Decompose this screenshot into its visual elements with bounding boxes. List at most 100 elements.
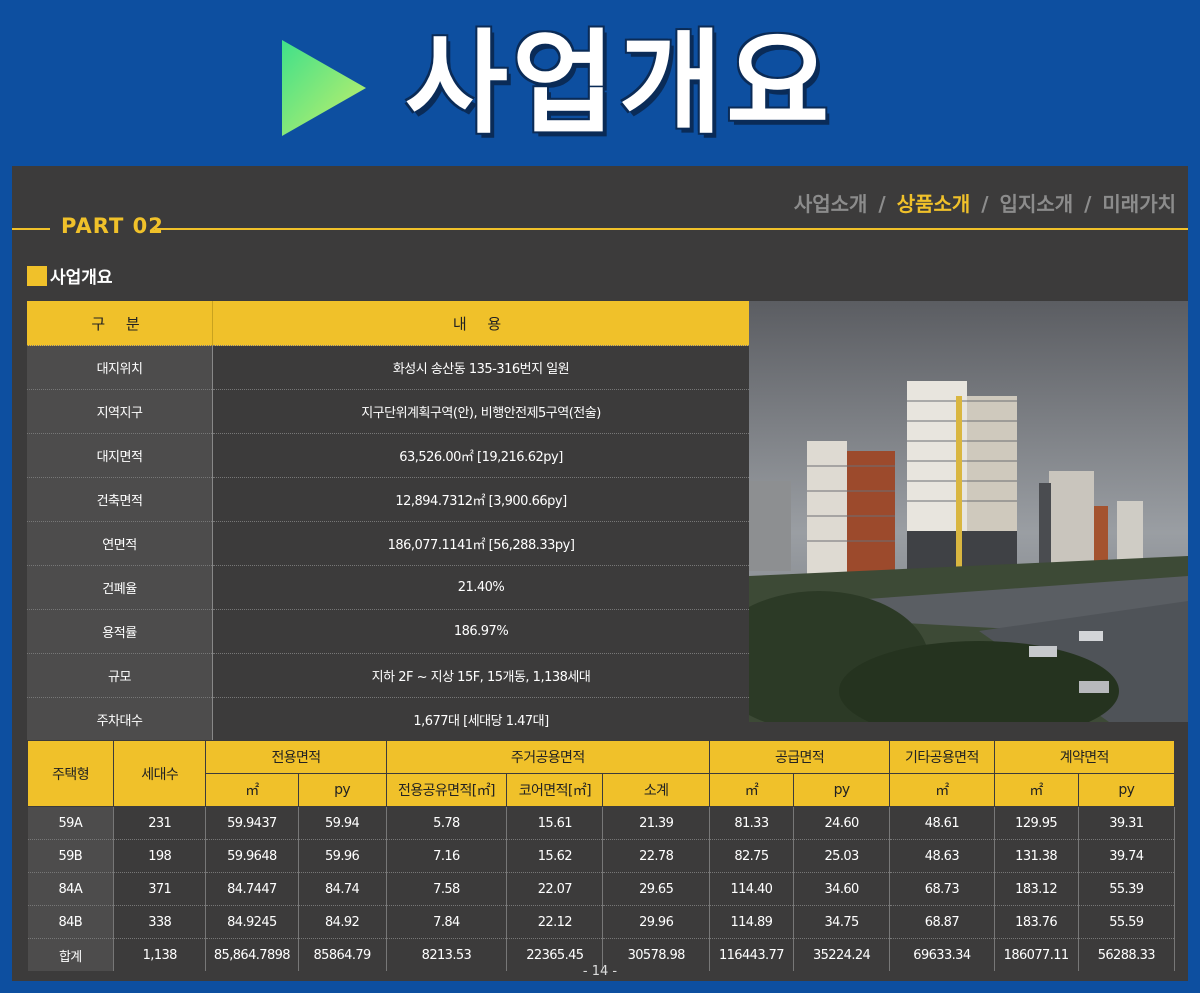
unit-value-cell: 183.76 <box>994 905 1079 939</box>
overview-key: 대지위치 <box>27 345 213 390</box>
unit-header-households: 세대수 <box>113 740 207 807</box>
nav-item-product-intro[interactable]: 상품소개 <box>897 192 971 216</box>
table-row: 규모 지하 2F ~ 지상 15F, 15개동, 1,138세대 <box>27 653 749 698</box>
overview-key: 대지면적 <box>27 433 213 478</box>
overview-key: 용적률 <box>27 609 213 654</box>
unit-header-supply-area: 공급면적 <box>708 740 891 774</box>
unit-value-cell: 129.95 <box>994 806 1079 840</box>
overview-header-content: 내 용 <box>212 301 749 346</box>
table-row: 84A 371 84.7447 84.74 7.58 22.07 29.65 114.40 34… <box>27 872 1176 906</box>
apartment-rendering-image <box>749 301 1188 722</box>
overview-value: 지하 2F ~ 지상 15F, 15개동, 1,138세대 <box>212 653 749 698</box>
unit-value-cell: 231 <box>113 806 207 840</box>
unit-value-cell: 22.07 <box>506 872 604 906</box>
unit-value-cell: 59.96 <box>298 839 387 873</box>
divider-line <box>155 228 1188 230</box>
table-row: 대지면적 63,526.00㎡ [19,216.62py] <box>27 433 749 478</box>
bullet-square-icon <box>27 265 47 286</box>
nav-separator: / <box>1077 192 1099 216</box>
unit-header-type: 주택형 <box>26 740 115 807</box>
overview-key: 규모 <box>27 653 213 698</box>
overview-value: 화성시 송산동 135-316번지 일원 <box>212 345 749 390</box>
unit-area-table: 주택형 세대수 전용면적 주거공용면적 공급면적 기타공용면적 계약면적 ㎡ p… <box>26 740 1176 971</box>
table-row: 59B 198 59.9648 59.96 7.16 15.62 22.78 82.75 25.… <box>27 839 1176 873</box>
unit-type-cell: 84A <box>27 872 115 906</box>
table-row: 건축면적 12,894.7312㎡ [3,900.66py] <box>27 477 749 522</box>
section-nav: 사업소개 / 상품소개 / 입지소개 / 미래가치 <box>794 188 1176 217</box>
unit-value-cell: 39.74 <box>1078 839 1176 873</box>
unit-subheader: py <box>1077 773 1176 807</box>
unit-header-contract-area: 계약면적 <box>993 740 1176 774</box>
unit-value-cell: 48.63 <box>889 839 995 873</box>
part-label: PART 02 <box>61 214 164 238</box>
banner-title: 사업개요 <box>405 19 834 149</box>
unit-value-cell: 15.62 <box>506 839 604 873</box>
unit-value-cell: 371 <box>113 872 207 906</box>
title-banner: 사업개요 <box>0 0 1200 165</box>
table-row: 84B 338 84.9245 84.92 7.84 22.12 29.96 114.89 34… <box>27 905 1176 939</box>
overview-value: 63,526.00㎡ [19,216.62py] <box>212 433 749 478</box>
unit-subheader: ㎡ <box>993 773 1079 807</box>
overview-key: 건폐율 <box>27 565 213 610</box>
unit-table-body: 59A 231 59.9437 59.94 5.78 15.61 21.39 81.33 24.… <box>27 806 1176 971</box>
overview-key: 연면적 <box>27 521 213 566</box>
unit-value-cell: 22.78 <box>602 839 710 873</box>
unit-subheader: 코어면적[㎡] <box>506 773 604 807</box>
overview-header-row: 구 분 내 용 <box>27 301 749 346</box>
unit-value-cell: 84.74 <box>298 872 387 906</box>
overview-value: 지구단위계획구역(안), 비행안전제5구역(전술) <box>212 389 749 434</box>
unit-value-cell: 34.75 <box>793 905 891 939</box>
overview-value: 12,894.7312㎡ [3,900.66py] <box>212 477 749 522</box>
unit-value-cell: 22.12 <box>506 905 604 939</box>
unit-subheader: ㎡ <box>889 773 995 807</box>
unit-value-cell: 183.12 <box>994 872 1079 906</box>
section-heading: 사업개요 <box>27 263 113 288</box>
unit-value-cell: 68.87 <box>889 905 995 939</box>
unit-value-cell: 39.31 <box>1078 806 1176 840</box>
table-row: 59A 231 59.9437 59.94 5.78 15.61 21.39 81.33 24.… <box>27 806 1176 840</box>
unit-value-cell: 24.60 <box>793 806 891 840</box>
unit-subheader: ㎡ <box>708 773 794 807</box>
unit-value-cell: 84.92 <box>298 905 387 939</box>
unit-value-cell: 25.03 <box>793 839 891 873</box>
unit-value-cell: 7.84 <box>386 905 508 939</box>
nav-item-location-intro[interactable]: 입지소개 <box>1000 192 1074 216</box>
unit-value-cell: 59.9648 <box>205 839 299 873</box>
nav-item-business-intro[interactable]: 사업소개 <box>794 192 868 216</box>
unit-value-cell: 21.39 <box>602 806 710 840</box>
unit-type-cell: 59B <box>27 839 115 873</box>
unit-subheader: 전용공유면적[㎡] <box>385 773 508 807</box>
unit-subheader: 소계 <box>602 773 710 807</box>
nav-item-future-value[interactable]: 미래가치 <box>1102 192 1176 216</box>
unit-value-cell: 5.78 <box>386 806 508 840</box>
divider-line <box>12 228 50 230</box>
overview-key: 주차대수 <box>27 697 213 741</box>
unit-value-cell: 48.61 <box>889 806 995 840</box>
unit-value-cell: 34.60 <box>793 872 891 906</box>
unit-value-cell: 81.33 <box>709 806 794 840</box>
overview-table: 구 분 내 용 대지위치 화성시 송산동 135-316번지 일원 지역지구 지구단… <box>27 301 749 741</box>
unit-header-exclusive-area: 전용면적 <box>205 740 387 774</box>
overview-value: 186,077.1141㎡ [56,288.33py] <box>212 521 749 566</box>
nav-separator: / <box>974 192 996 216</box>
unit-type-cell: 84B <box>27 905 115 939</box>
unit-type-cell: 59A <box>27 806 115 840</box>
unit-value-cell: 338 <box>113 905 207 939</box>
table-row: 주차대수 1,677대 [세대당 1.47대] <box>27 697 749 741</box>
unit-value-cell: 15.61 <box>506 806 604 840</box>
unit-value-cell: 114.89 <box>709 905 794 939</box>
unit-value-cell: 7.58 <box>386 872 508 906</box>
unit-subheader: py <box>297 773 387 807</box>
unit-value-cell: 84.9245 <box>205 905 299 939</box>
overview-value: 21.40% <box>212 565 749 610</box>
unit-value-cell: 82.75 <box>709 839 794 873</box>
nav-separator: / <box>871 192 893 216</box>
unit-value-cell: 29.96 <box>602 905 710 939</box>
overview-header-category: 구 분 <box>27 301 213 346</box>
unit-value-cell: 198 <box>113 839 207 873</box>
unit-header-row: 주택형 세대수 전용면적 주거공용면적 공급면적 기타공용면적 계약면적 <box>26 740 1176 807</box>
unit-value-cell: 29.65 <box>602 872 710 906</box>
overview-value: 186.97% <box>212 609 749 654</box>
table-row: 용적률 186.97% <box>27 609 749 654</box>
play-triangle-icon <box>282 40 366 136</box>
